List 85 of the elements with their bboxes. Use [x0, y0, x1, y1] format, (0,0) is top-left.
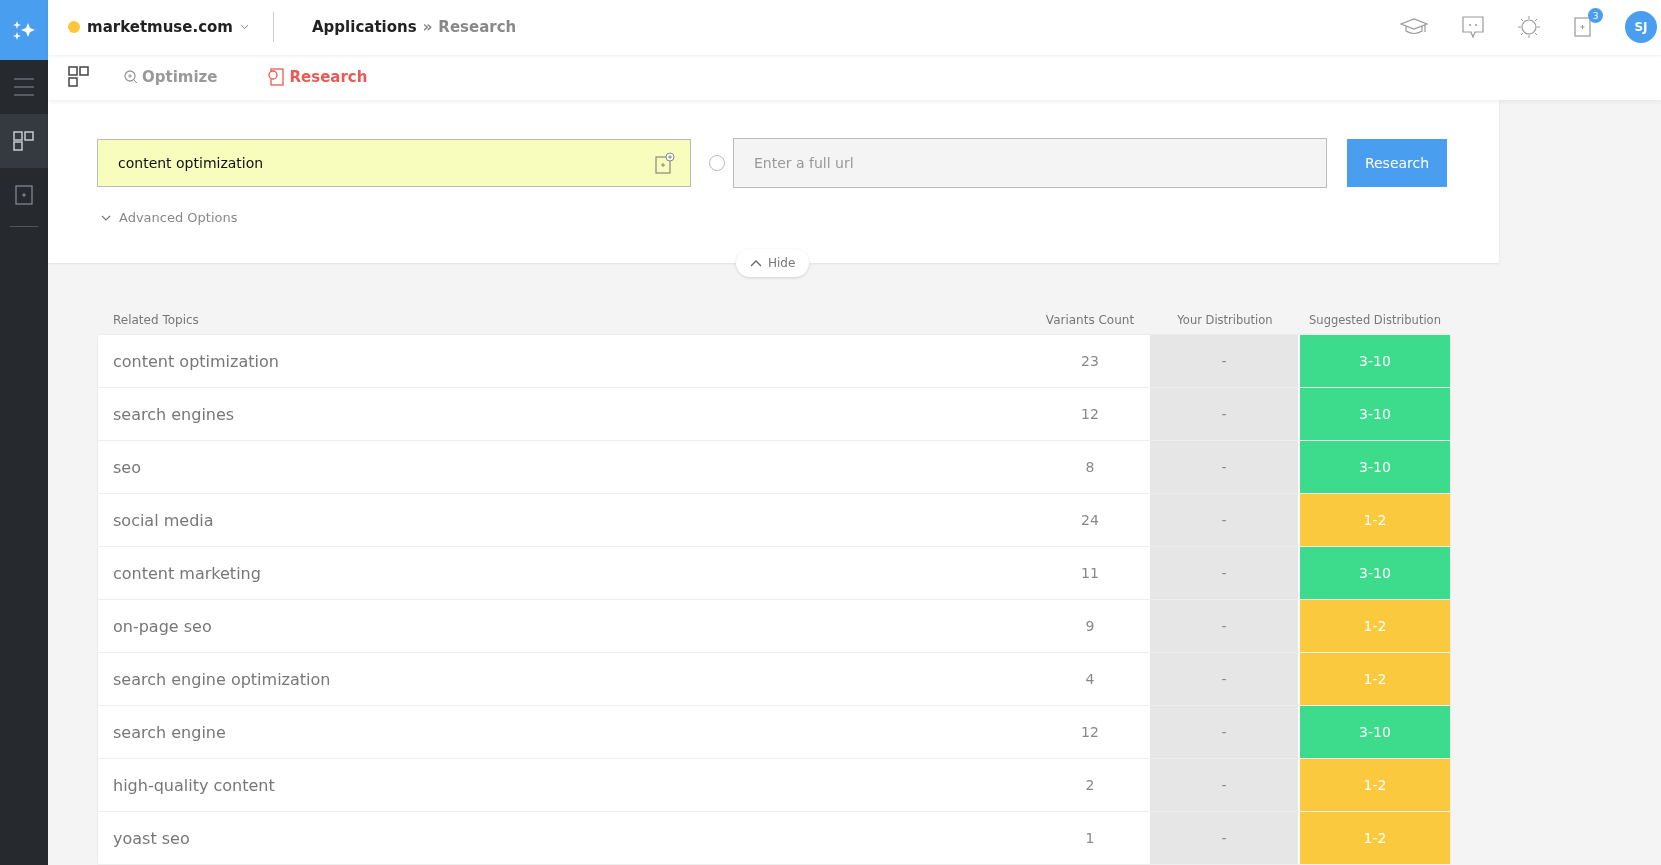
notifications-icon[interactable]	[1574, 17, 1591, 38]
suggested-distribution-cell: 1-2	[1300, 759, 1450, 811]
topic-cell-text: social media	[112, 509, 215, 532]
table-row[interactable]: search engine optimization 4 - 1-2	[98, 653, 1450, 706]
distribution-cell: -	[1150, 653, 1300, 705]
notification-badge: 3	[1588, 8, 1603, 24]
breadcrumb-current: Research	[438, 18, 517, 37]
count-cell-text: 12	[1080, 405, 1100, 424]
distribution-cell: -	[1150, 547, 1300, 599]
topic-field[interactable]: content optimization	[97, 139, 691, 187]
topic-cell-text: yoast seo	[112, 827, 191, 850]
count-cell-text: 9	[1084, 617, 1096, 636]
advanced-options-label: Advanced Options	[119, 210, 238, 225]
table-row[interactable]: content marketing 11 - 3-10	[98, 547, 1450, 600]
chat-icon[interactable]	[1462, 16, 1484, 39]
add-document-icon	[15, 185, 33, 205]
count-cell-text: 1	[1084, 829, 1096, 848]
topic-cell-text: content optimization	[112, 350, 280, 373]
count-cell-text: 2	[1084, 776, 1096, 795]
topic-cell-text: seo	[112, 456, 142, 479]
distribution-cell: -	[1150, 600, 1300, 652]
table-row[interactable]: search engine 12 - 3-10	[98, 706, 1450, 759]
table-row[interactable]: search engines 12 - 3-10	[98, 388, 1450, 441]
column-header: Variants Count	[1044, 313, 1136, 327]
topic-cell-text: search engine	[112, 721, 227, 744]
sun-icon[interactable]	[1518, 16, 1540, 39]
topic-cell-text: on-page seo	[112, 615, 213, 638]
distribution-cell: -	[1150, 441, 1300, 493]
advanced-options-toggle[interactable]: Advanced Options	[101, 210, 1499, 225]
topic-cell-text: search engines	[112, 403, 236, 426]
distribution-cell: -	[1150, 759, 1300, 811]
column-header: Related Topics	[112, 313, 200, 327]
column-header: Suggested Distribution	[1308, 313, 1442, 327]
table-row[interactable]: high-quality content 2 - 1-2	[98, 759, 1450, 812]
breadcrumb-separator: »	[422, 18, 433, 37]
grid-icon	[13, 131, 35, 151]
tab[interactable]: Research	[267, 68, 368, 87]
suggested-distribution-cell: 1-2	[1300, 494, 1450, 546]
count-cell-text: 11	[1080, 564, 1100, 583]
chevron-down-icon	[240, 24, 249, 31]
table-row[interactable]: social media 24 - 1-2	[98, 494, 1450, 547]
breadcrumb-link[interactable]: Applications	[312, 18, 417, 37]
suggested-distribution-cell: 1-2	[1300, 812, 1450, 864]
research-button[interactable]: Research	[1347, 139, 1447, 187]
table-row[interactable]: on-page seo 9 - 1-2	[98, 600, 1450, 653]
domain-name: marketmuse.com	[87, 18, 233, 37]
document-icon	[267, 68, 286, 87]
count-cell-text: 23	[1080, 352, 1100, 371]
avatar[interactable]: SJ	[1625, 11, 1657, 44]
domain-selector[interactable]: marketmuse.com	[68, 18, 249, 37]
graduation-cap-icon[interactable]	[1400, 18, 1428, 37]
count-cell-text: 8	[1084, 458, 1096, 477]
table-row[interactable]: yoast seo 1 - 1-2	[98, 812, 1450, 865]
distribution-cell: -	[1150, 494, 1300, 546]
suggested-distribution-cell: 3-10	[1300, 335, 1450, 387]
suggested-distribution-cell: 3-10	[1300, 441, 1450, 493]
logo[interactable]	[0, 0, 48, 60]
suggested-distribution-cell: 1-2	[1300, 600, 1450, 652]
chevron-up-icon	[750, 259, 762, 267]
add-document-icon[interactable]	[655, 152, 675, 174]
suggested-distribution-cell: 1-2	[1300, 653, 1450, 705]
distribution-cell: -	[1150, 335, 1300, 387]
suggested-distribution-cell: 3-10	[1300, 547, 1450, 599]
topic-cell-text: search engine optimization	[112, 668, 332, 691]
count-cell-text: 4	[1084, 670, 1096, 689]
topic-cell-text: high-quality content	[112, 774, 276, 797]
apps-button[interactable]	[0, 114, 48, 168]
chevron-down-icon	[101, 214, 111, 221]
suggested-distribution-cell: 3-10	[1300, 706, 1450, 758]
url-field[interactable]: Enter a full url	[733, 138, 1327, 188]
count-cell-text: 12	[1080, 723, 1100, 742]
tab[interactable]: Optimize	[120, 68, 218, 87]
column-header: Your Distribution	[1176, 313, 1274, 327]
hide-button[interactable]: Hide	[736, 249, 810, 277]
distribution-cell: -	[1150, 388, 1300, 440]
table-row[interactable]: content optimization 23 - 3-10	[98, 335, 1450, 388]
suggested-distribution-cell: 3-10	[1300, 388, 1450, 440]
topic-cell-text: content marketing	[112, 562, 262, 585]
distribution-cell: -	[1150, 706, 1300, 758]
count-cell-text: 24	[1080, 511, 1100, 530]
table-row[interactable]: seo 8 - 3-10	[98, 441, 1450, 494]
menu-icon	[13, 78, 35, 96]
distribution-cell: -	[1150, 812, 1300, 864]
radio-button[interactable]	[709, 155, 725, 171]
grid-icon[interactable]	[68, 66, 90, 89]
